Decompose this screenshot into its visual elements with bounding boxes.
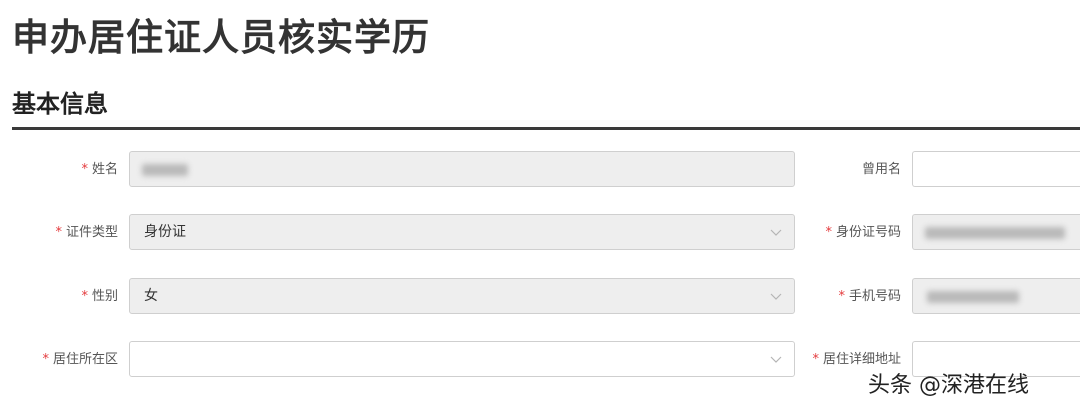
name-label-text: 姓名 (91, 162, 118, 177)
district-label: * 居住所在区 (20, 340, 118, 380)
id-type-label: * 证件类型 (30, 213, 118, 253)
district-select[interactable] (129, 341, 795, 377)
former-name-field[interactable] (912, 151, 1080, 187)
form-row-id: * 证件类型 身份证 * 身份证号码 (0, 213, 1080, 253)
form-row-gender: * 性别 女 * 手机号码 (0, 277, 1080, 317)
name-label: * 姓名 (40, 150, 118, 190)
gender-value: 女 (144, 288, 158, 304)
id-type-select[interactable]: 身份证 (129, 214, 795, 250)
required-mark: * (838, 289, 845, 304)
redacted-phone (927, 291, 1019, 303)
phone-label: * 手机号码 (820, 277, 901, 317)
phone-field[interactable] (912, 278, 1080, 314)
address-label-text: 居住详细地址 (822, 352, 901, 367)
redacted-id-number (925, 227, 1065, 239)
redacted-name (142, 164, 188, 176)
watermark: 头条 @深港在线 (868, 373, 1029, 398)
name-field[interactable] (129, 151, 795, 187)
id-number-label: * 身份证号码 (808, 213, 901, 253)
required-mark: * (42, 352, 49, 367)
required-mark: * (81, 289, 88, 304)
page-title: 申办居住证人员核实学历 (12, 16, 430, 59)
section-title: 基本信息 (12, 90, 108, 118)
gender-label-text: 性别 (91, 289, 118, 304)
gender-label: * 性别 (60, 277, 118, 317)
gender-select[interactable]: 女 (129, 278, 795, 314)
former-name-label: 曾用名 (820, 150, 901, 190)
required-mark: * (825, 225, 832, 240)
required-mark: * (812, 352, 819, 367)
district-label-text: 居住所在区 (52, 352, 118, 367)
former-name-label-text: 曾用名 (861, 162, 901, 177)
section-divider (12, 127, 1080, 130)
phone-label-text: 手机号码 (848, 289, 901, 304)
form-row-name: * 姓名 曾用名 (0, 150, 1080, 190)
id-type-label-text: 证件类型 (65, 225, 118, 240)
id-type-value: 身份证 (144, 224, 186, 240)
chevron-down-icon (770, 229, 782, 236)
id-number-field[interactable] (912, 214, 1080, 250)
required-mark: * (55, 225, 62, 240)
required-mark: * (81, 162, 88, 177)
chevron-down-icon (770, 356, 782, 363)
chevron-down-icon (770, 293, 782, 300)
id-number-label-text: 身份证号码 (835, 225, 901, 240)
